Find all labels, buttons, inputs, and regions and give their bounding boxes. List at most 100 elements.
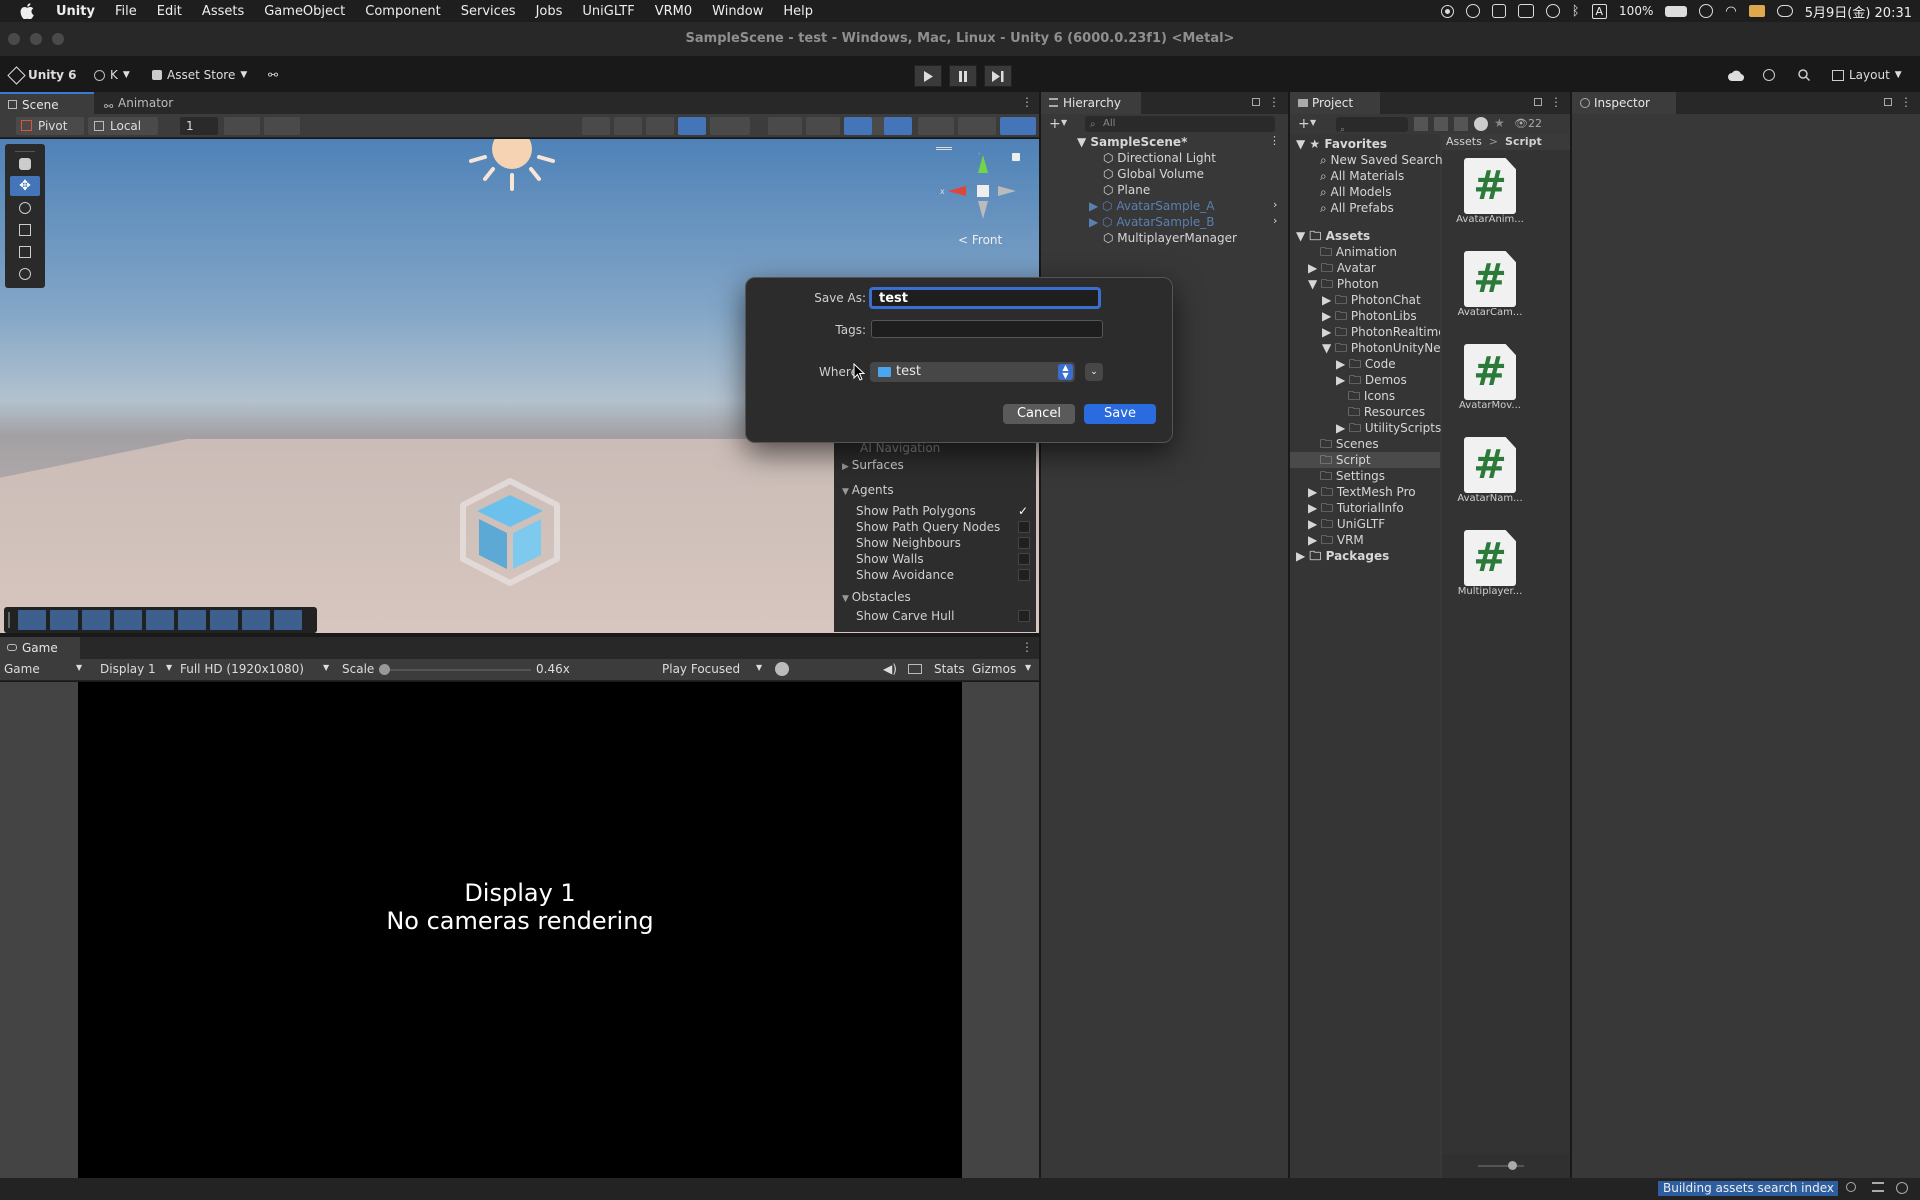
bug-icon[interactable] [775, 662, 789, 676]
step-button[interactable] [984, 65, 1012, 87]
move-overlay-icon[interactable] [18, 610, 46, 630]
move-tool-icon[interactable]: ✥ [10, 176, 40, 196]
folder-item[interactable]: ▶ 🗀 UniGLTF [1308, 516, 1385, 532]
breadcrumb-item-current[interactable]: Script [1505, 135, 1542, 148]
menu-unigltf[interactable]: UniGLTF [572, 4, 644, 19]
folder-item[interactable]: 🗀 Scenes [1320, 436, 1379, 452]
chevron-right-icon[interactable]: › [1273, 198, 1277, 211]
audio-toggle-icon[interactable] [806, 117, 840, 135]
rotate-tool-icon[interactable] [10, 198, 40, 218]
lock-icon[interactable] [1252, 98, 1260, 106]
gizmo-handle-icon[interactable] [936, 147, 952, 150]
folder-item[interactable]: ▶ 🗀 PhotonLibs [1322, 308, 1417, 324]
compass-icon[interactable] [274, 610, 302, 630]
grid-toggle-icon[interactable] [264, 117, 300, 135]
bug-icon[interactable] [1846, 1182, 1856, 1192]
grid-overlay-icon[interactable] [82, 610, 110, 630]
app-status-icon[interactable] [1748, 5, 1765, 17]
play-circle-icon[interactable] [1545, 4, 1560, 18]
tab-animator[interactable]: ⚯ Animator [96, 92, 196, 114]
display-select[interactable]: Display 1 [100, 662, 156, 676]
surfaces-section[interactable]: ▶ Surfaces [842, 457, 904, 473]
scale-slider-thumb[interactable] [379, 664, 390, 675]
icon-size-slider-thumb[interactable] [1508, 1161, 1517, 1170]
shaded-wireframe-icon[interactable] [614, 117, 642, 135]
lit-icon[interactable] [678, 117, 706, 135]
scene-root[interactable]: ▼ SampleScene* [1077, 134, 1187, 150]
clipboard-icon[interactable] [1491, 4, 1506, 18]
folder-item[interactable]: ▶ 🗀 Avatar [1308, 260, 1376, 276]
wireframe-icon[interactable] [582, 117, 610, 135]
hierarchy-item[interactable]: ⬡ MultiplayerManager [1103, 230, 1237, 246]
tab-project[interactable]: Project [1290, 92, 1380, 114]
account-dropdown[interactable]: K ▼ [94, 65, 130, 85]
debug-draw-icon[interactable] [710, 117, 750, 135]
more-options-icon[interactable]: ⋮ [1021, 640, 1033, 654]
menu-gameobject[interactable]: GameObject [254, 4, 355, 19]
control-center-icon[interactable] [1776, 5, 1793, 17]
gizmos-icon[interactable] [1000, 117, 1036, 135]
directional-light-icon[interactable] [465, 139, 560, 194]
tab-scene[interactable]: Scene [0, 92, 94, 114]
menu-vrm0[interactable]: VRM0 [645, 4, 702, 19]
play-button[interactable] [914, 65, 942, 87]
favorite-item[interactable]: ⌕ All Materials [1320, 168, 1404, 184]
star-icon[interactable]: ★ [1494, 116, 1505, 130]
hierarchy-item[interactable]: ⬡ Plane [1103, 182, 1150, 198]
transform-overlay-icon[interactable] [210, 610, 238, 630]
hierarchy-item[interactable]: ⬡ Global Volume [1103, 166, 1204, 182]
folder-item[interactable]: 🗀 Icons [1348, 388, 1395, 404]
show-walls-checkbox[interactable] [1018, 553, 1030, 565]
expand-dialog-button[interactable]: ⌄ [1085, 363, 1103, 381]
folder-item[interactable]: 🗀 Settings [1320, 468, 1385, 484]
hierarchy-search-input[interactable]: ⌕ All [1085, 116, 1275, 132]
check-circle-icon[interactable] [1896, 1182, 1908, 1194]
scale-slider[interactable] [383, 669, 531, 671]
front-view-label[interactable]: < Front [958, 233, 1002, 247]
game-view[interactable]: Display 1 No cameras rendering [0, 682, 1039, 1178]
record-icon[interactable] [1440, 4, 1454, 18]
pivot-dropdown[interactable]: Pivot [16, 117, 84, 135]
rect-tool-icon[interactable] [10, 242, 40, 262]
favorites-section[interactable]: ▼ ★ Favorites [1296, 136, 1387, 152]
keyboard-icon[interactable] [908, 664, 922, 674]
grid-size-input[interactable]: 1 [180, 117, 218, 135]
drag-handle-icon[interactable] [8, 612, 10, 628]
save-as-input[interactable]: test [869, 287, 1101, 309]
folder-item[interactable]: ▼ 🗀 Photon [1308, 276, 1379, 292]
cloud-icon[interactable] [1728, 65, 1744, 85]
favorite-item[interactable]: ⌕ All Models [1320, 184, 1392, 200]
more-options-icon[interactable]: ⋮ [1268, 95, 1280, 109]
folder-item[interactable]: ▶ 🗀 VRM [1308, 532, 1364, 548]
menu-file[interactable]: File [105, 4, 147, 19]
camera-overlay-icon[interactable] [242, 610, 270, 630]
folder-item[interactable]: ▼ 🗀 PhotonUnityNetworking [1322, 340, 1440, 356]
tab-hierarchy[interactable]: Hierarchy [1041, 92, 1141, 114]
project-search-input[interactable]: ⌕ [1336, 117, 1408, 135]
local-dropdown[interactable]: Local [88, 117, 158, 135]
folder-item[interactable]: 🗀 Animation [1320, 244, 1397, 260]
menu-component[interactable]: Component [355, 4, 450, 19]
tags-input[interactable] [871, 320, 1103, 338]
version-control-icon[interactable]: ⚯ [268, 65, 278, 85]
close-window-button[interactable] [8, 33, 20, 45]
where-popup[interactable]: test ▲ ▼ [870, 362, 1075, 382]
layers-icon[interactable] [918, 117, 954, 135]
hierarchy-item[interactable]: ▶ ⬡ AvatarSample_A [1089, 198, 1215, 214]
hierarchy-item[interactable]: ▶ ⬡ AvatarSample_B [1089, 214, 1215, 230]
script-asset[interactable]: # AvatarNam... [1452, 437, 1528, 504]
more-options-icon[interactable]: ⋮ [1550, 95, 1562, 109]
assets-section[interactable]: ▼ 🗀 Assets [1296, 228, 1370, 244]
script-asset[interactable]: # AvatarCam... [1452, 251, 1528, 318]
menu-help[interactable]: Help [773, 4, 823, 19]
menu-edit[interactable]: Edit [147, 4, 192, 19]
menu-jobs[interactable]: Jobs [526, 4, 573, 19]
folder-item[interactable]: ▶ 🗀 PhotonRealtime [1322, 324, 1440, 340]
history-icon[interactable] [1763, 65, 1775, 85]
mute-audio-icon[interactable]: ◀) [883, 662, 897, 676]
stats-button[interactable]: Stats [934, 662, 965, 676]
folder-item[interactable]: ▶ 🗀 Code [1336, 356, 1396, 372]
agents-section[interactable]: ▼ Agents [842, 482, 894, 498]
info-icon[interactable] [1474, 117, 1488, 131]
lock-icon[interactable] [1534, 98, 1542, 106]
